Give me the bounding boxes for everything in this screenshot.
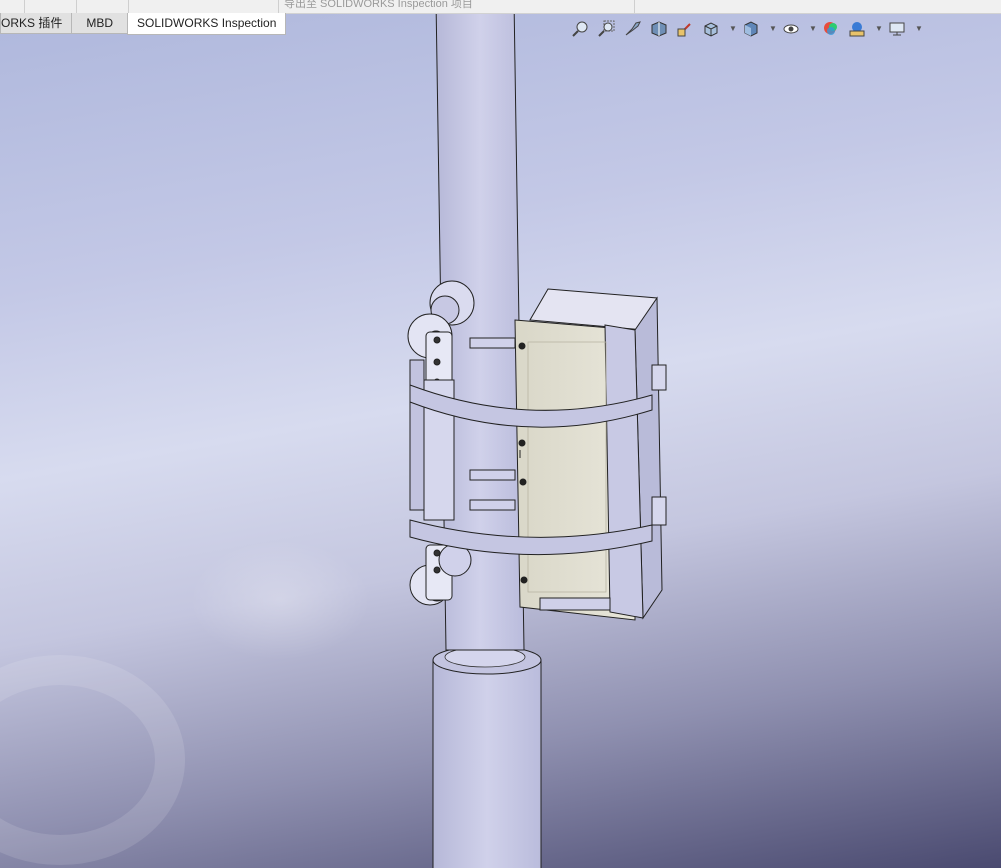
3d-model[interactable] (0, 0, 1001, 868)
dynamic-annotation-icon[interactable] (674, 18, 696, 40)
edit-appearance-icon[interactable] (820, 18, 842, 40)
enclosure-box (514, 288, 663, 621)
hide-show-items-icon[interactable] (780, 18, 802, 40)
view-settings-icon[interactable] (886, 18, 908, 40)
lower-pole (432, 645, 542, 868)
export-inspection-hint[interactable]: 导出至 SOLIDWORKS Inspection 项目 (284, 0, 473, 11)
zoom-to-fit-icon[interactable] (570, 18, 592, 40)
section-view-icon[interactable] (648, 18, 670, 40)
command-strip: 导出至 SOLIDWORKS Inspection 项目 (0, 0, 1001, 14)
tab-solidworks-inspection[interactable]: SOLIDWORKS Inspection (127, 13, 287, 35)
tab-mbd[interactable]: MBD (71, 13, 129, 34)
chevron-down-icon[interactable]: ▼ (729, 24, 737, 33)
view-orientation-icon[interactable] (700, 18, 722, 40)
command-manager-tabs: ORKS 插件 MBD SOLIDWORKS Inspection (0, 13, 287, 35)
zoom-to-area-icon[interactable] (596, 18, 618, 40)
chevron-down-icon[interactable]: ▼ (915, 24, 923, 33)
apply-scene-icon[interactable] (846, 18, 868, 40)
chevron-down-icon[interactable]: ▼ (809, 24, 817, 33)
display-style-icon[interactable] (740, 18, 762, 40)
previous-view-icon[interactable] (622, 18, 644, 40)
chevron-down-icon[interactable]: ▼ (769, 24, 777, 33)
tab-solidworks-addins[interactable]: ORKS 插件 (0, 13, 73, 34)
chevron-down-icon[interactable]: ▼ (875, 24, 883, 33)
